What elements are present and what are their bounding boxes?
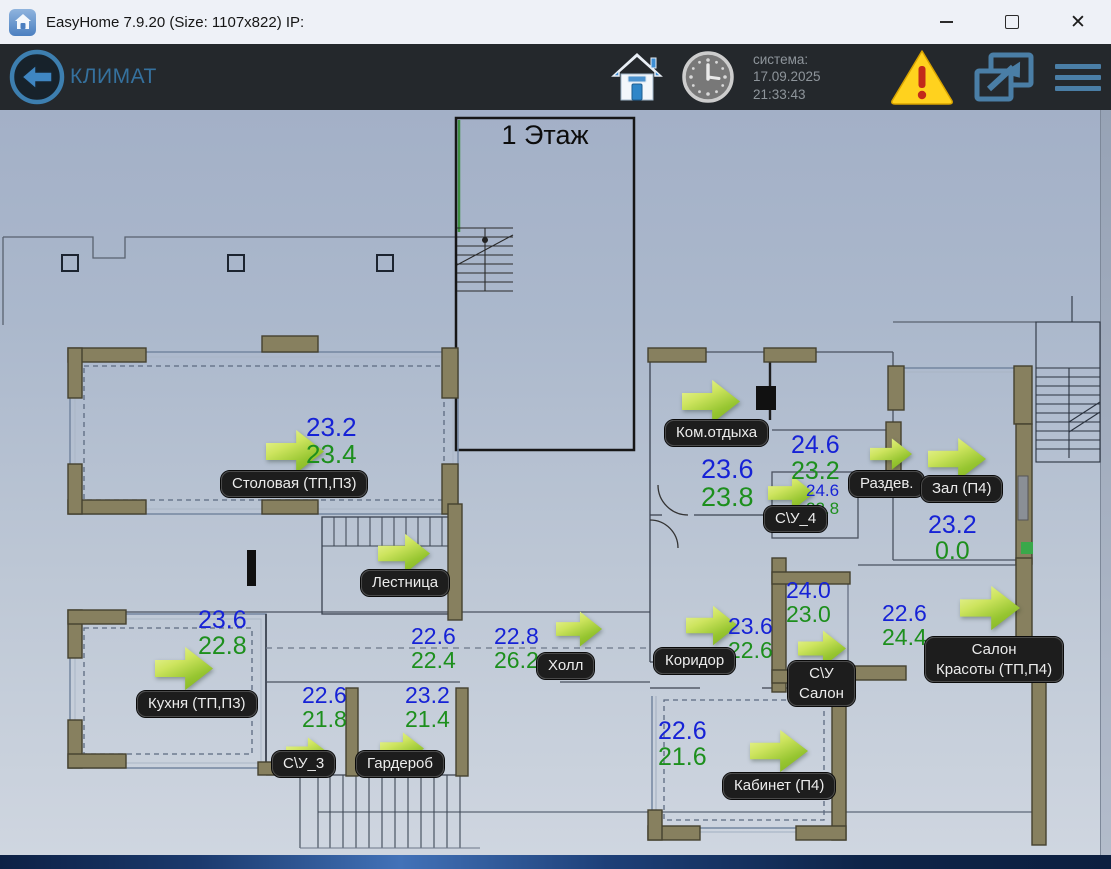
temp-setpoint: 21.6 [658, 744, 707, 770]
arrow-right-icon [750, 728, 808, 774]
temp-garderob: 23.221.4 [405, 683, 450, 731]
temp-setpoint: 23.8 [701, 483, 754, 511]
temp-setpoint: 22.4 [411, 648, 456, 672]
arrow-right-icon [960, 584, 1020, 632]
temp-razdev: 24.623.2 [791, 432, 840, 485]
arrow-right-icon [870, 437, 912, 471]
room-label-koridor[interactable]: Коридор [654, 648, 735, 674]
temp-zal: 23.20.0 [928, 512, 977, 565]
temp-current: 23.6 [198, 607, 247, 633]
temp-current: 22.8 [494, 624, 539, 648]
temp-current: 22.6 [411, 624, 456, 648]
temp-current: 24.6 [806, 482, 839, 500]
room-label-razdev[interactable]: Раздев. [849, 471, 924, 497]
room-label-garderob[interactable]: Гардероб [356, 751, 444, 777]
temp-setpoint: 21.4 [405, 707, 450, 731]
room-label-kom-otdyha[interactable]: Ком.отдыха [665, 420, 768, 446]
temp-setpoint: 23.4 [306, 441, 357, 468]
vent-arrow-razdev [870, 437, 912, 471]
room-label-su-3[interactable]: С\У_3 [272, 751, 335, 777]
temp-setpoint: 23.0 [786, 602, 831, 626]
temp-current: 24.6 [791, 432, 840, 458]
temp-west-corridor: 22.622.4 [411, 624, 456, 672]
temp-holl: 22.826.2 [494, 624, 539, 672]
room-label-kabinet[interactable]: Кабинет (П4) [723, 773, 835, 799]
arrow-right-icon [556, 610, 602, 648]
room-label-su-4[interactable]: С\У_4 [764, 506, 827, 532]
floor-title: 1 Этаж [456, 120, 634, 151]
room-label-salon-krasoty[interactable]: Салон Красоты (ТП,П4) [925, 637, 1063, 682]
temp-stolovaya: 23.223.4 [306, 414, 357, 469]
temp-su-salon: 24.023.0 [786, 578, 831, 626]
vent-arrow-kom-otdyha [682, 378, 740, 425]
vent-arrow-salon-krasoty [960, 584, 1020, 632]
temp-current: 23.6 [701, 455, 754, 483]
room-label-lestnitsa[interactable]: Лестница [361, 570, 449, 596]
temp-setpoint: 22.8 [198, 633, 247, 659]
temp-setpoint: 0.0 [928, 538, 977, 564]
arrow-right-icon [682, 378, 740, 425]
temp-kom-otdyha: 23.623.8 [701, 455, 754, 512]
temp-setpoint: 21.8 [302, 707, 347, 731]
temp-current: 22.6 [882, 601, 927, 625]
floorplan-overlay: 1 Этаж 23.223.423.623.824.623.224.622.82… [0, 0, 1111, 869]
temp-current: 23.2 [306, 414, 357, 441]
temp-current: 23.2 [405, 683, 450, 707]
room-label-stolovaya[interactable]: Столовая (ТП,П3) [221, 471, 367, 497]
temp-current: 24.0 [786, 578, 831, 602]
temp-setpoint: 24.4 [882, 625, 927, 649]
room-label-holl[interactable]: Холл [537, 653, 594, 679]
temp-kabinet: 22.621.6 [658, 718, 707, 771]
room-label-zal[interactable]: Зал (П4) [921, 476, 1002, 502]
room-label-kuhnya[interactable]: Кухня (ТП,П3) [137, 691, 257, 717]
room-label-su-salon[interactable]: С\У Салон [788, 661, 855, 706]
footer-bar [0, 855, 1111, 869]
temp-kuhnya: 23.622.8 [198, 607, 247, 660]
temp-current: 22.6 [302, 683, 347, 707]
arrow-right-icon [378, 532, 430, 575]
vent-arrow-lestnitsa [378, 532, 430, 575]
temp-current: 23.2 [928, 512, 977, 538]
temp-su-3: 22.621.8 [302, 683, 347, 731]
vent-arrow-kabinet [750, 728, 808, 774]
vent-arrow-holl [556, 610, 602, 648]
temp-salon-krasoty: 22.624.4 [882, 601, 927, 649]
temp-setpoint: 26.2 [494, 648, 539, 672]
temp-current: 23.6 [728, 614, 773, 638]
temp-current: 22.6 [658, 718, 707, 744]
